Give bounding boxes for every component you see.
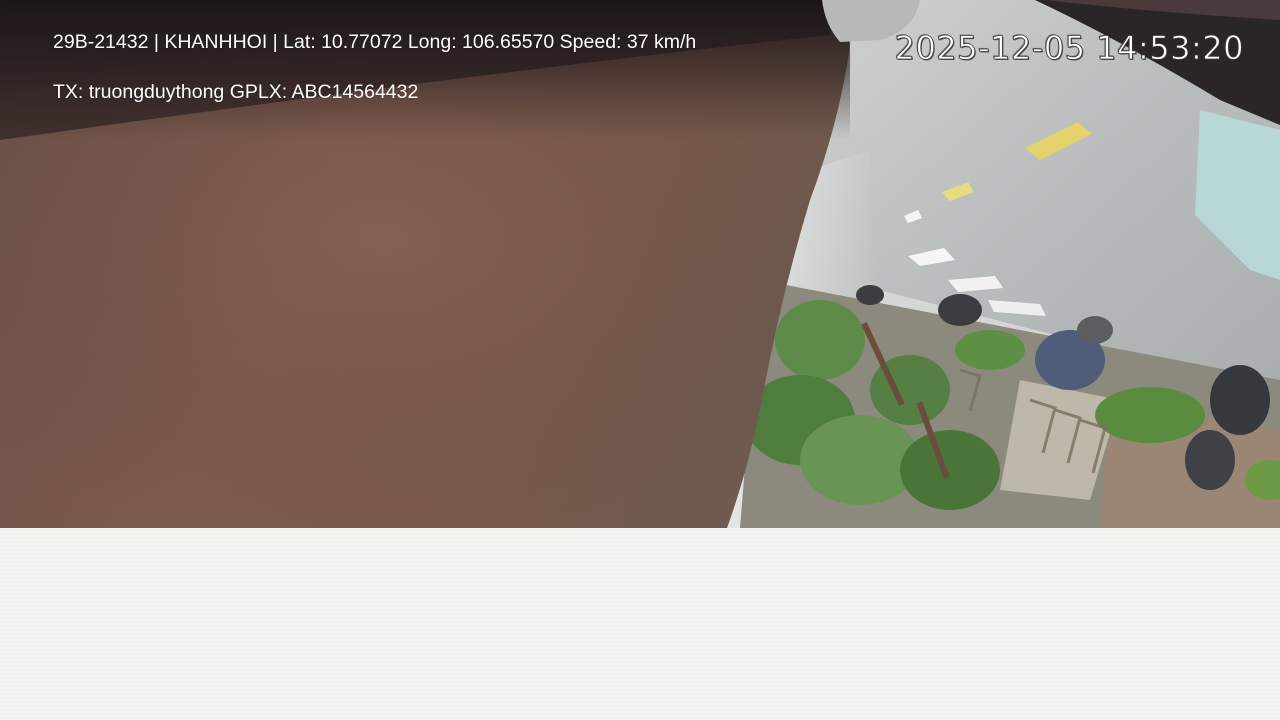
page: 29B-21432 | KHANHHOI | Lat: 10.77072 Lon… (0, 0, 1280, 720)
dashcam-video-frame: 29B-21432 | KHANHHOI | Lat: 10.77072 Lon… (0, 0, 1280, 528)
timestamp-overlay: 2025-12-05 14:53:20 (894, 29, 1244, 68)
vehicle-info-overlay: 29B-21432 | KHANHHOI | Lat: 10.77072 Lon… (53, 31, 697, 53)
driver-info-overlay: TX: truongduythong GPLX: ABC14564432 (53, 81, 419, 103)
dashcam-scene (0, 0, 1280, 528)
blank-background-area (0, 528, 1280, 720)
